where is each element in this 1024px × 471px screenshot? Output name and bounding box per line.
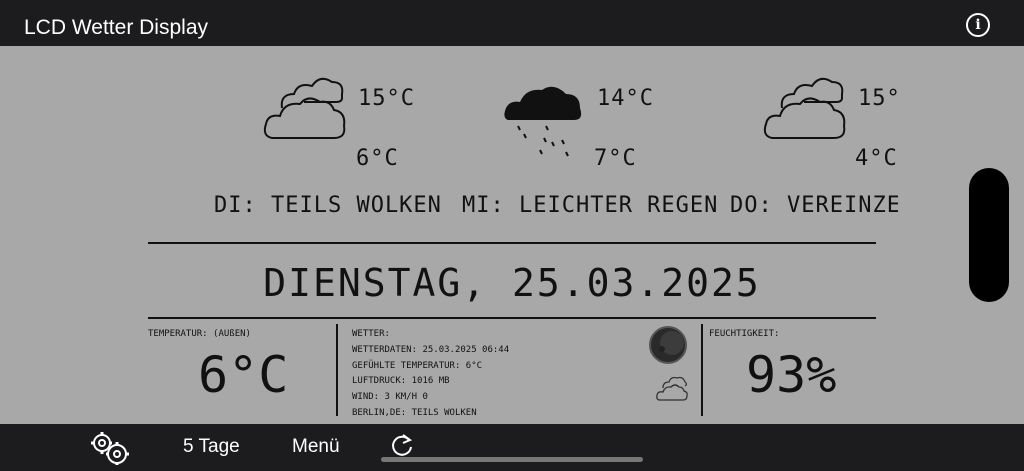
forecast-label: DO: VEREINZELT L	[730, 193, 898, 218]
weather-details: WETTER: WETTERDATEN: 25.03.2025 06:44 GE…	[352, 327, 509, 422]
rain-icon	[502, 82, 586, 170]
cloud-icon	[655, 374, 689, 406]
partly-cloudy-icon	[262, 74, 348, 146]
divider	[701, 324, 703, 416]
top-bar: LCD Wetter Display i	[0, 0, 1024, 46]
forecast-low: 7°C	[594, 146, 637, 171]
menu-button[interactable]: Menü	[292, 436, 340, 458]
humidity-label: FEUCHTIGKEIT:	[709, 329, 780, 339]
divider	[148, 317, 876, 319]
gears-icon[interactable]	[88, 430, 132, 470]
scroll-handle[interactable]	[969, 168, 1009, 302]
forecast-low: 6°C	[356, 146, 399, 171]
forecast-high: 15°C	[858, 86, 898, 111]
bottom-bar: 5 Tage Menü	[0, 424, 1024, 471]
five-days-button[interactable]: 5 Tage	[183, 436, 240, 458]
weather-line: WETTER:	[352, 329, 390, 339]
partly-cloudy-icon	[762, 74, 848, 146]
forecast-high: 15°C	[358, 86, 415, 111]
forecast-high: 14°C	[597, 86, 654, 111]
weather-line: BERLIN,DE: TEILS WOLKEN	[352, 407, 477, 418]
weather-line: LUFTDRUCK: 1016 MB	[352, 376, 450, 387]
temperature-value: 6°C	[198, 346, 289, 404]
divider	[148, 242, 876, 244]
date-display: DIENSTAG, 25.03.2025	[263, 261, 761, 305]
app-title: LCD Wetter Display	[24, 16, 208, 39]
moon-icon	[648, 325, 688, 369]
forecast-label: DI: TEILS WOLKEN	[214, 193, 442, 218]
humidity-value: 93%	[746, 346, 837, 404]
weather-line: GEFÜHLTE TEMPERATUR: 6°C	[352, 360, 483, 371]
temperature-label: TEMPERATUR: (AUßEN)	[148, 329, 251, 339]
weather-line: WIND: 3 KM/H 0	[352, 392, 428, 403]
forecast-label: MI: LEICHTER REGEN	[462, 193, 719, 218]
weather-line: WETTERDATEN: 25.03.2025 06:44	[352, 344, 510, 355]
home-indicator	[381, 457, 643, 462]
divider	[336, 324, 338, 416]
info-icon[interactable]: i	[966, 13, 990, 37]
forecast-low: 4°C	[855, 146, 898, 171]
